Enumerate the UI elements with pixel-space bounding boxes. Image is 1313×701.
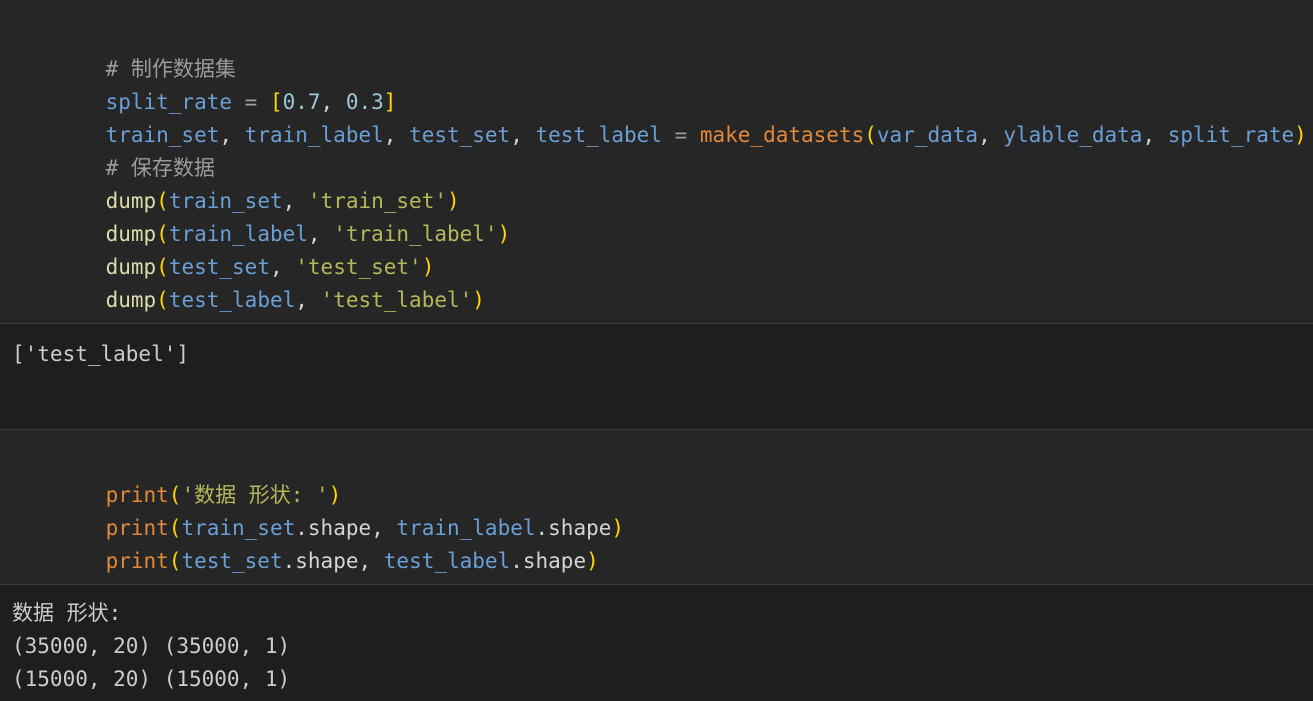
variable: test_set — [181, 549, 283, 573]
code-line-5: dump(train_set, 'train_set') — [105, 189, 460, 213]
argument: var_data — [876, 123, 979, 147]
variable: test_label — [535, 123, 662, 147]
argument: split_rate — [1167, 123, 1295, 147]
code-line-6: dump(train_label, 'train_label') — [105, 222, 511, 246]
code-line-7: dump(test_set, 'test_set') — [105, 255, 435, 279]
code-line-2: split_rate = [0.7, 0.3] — [105, 90, 397, 114]
property: shape — [522, 549, 587, 573]
argument: test_label — [168, 288, 296, 312]
code-line-3: train_set, train_label, test_set, test_l… — [105, 123, 1307, 147]
property: shape — [295, 549, 359, 573]
variable: train_label — [244, 123, 384, 147]
code-cell-1[interactable]: # 制作数据集 split_rate = [0.7, 0.3] train_se… — [0, 0, 1313, 323]
output-text: ['test_label'] — [12, 342, 190, 366]
argument: ylable_data — [1003, 123, 1143, 147]
cell-output-1: ['test_label'] — [0, 324, 1313, 429]
cell-output-2: 数据 形状: (35000, 20) (35000, 1) (15000, 20… — [0, 585, 1313, 701]
function-name: make_datasets — [699, 123, 865, 147]
function-name: print — [105, 549, 169, 573]
function-name: dump — [105, 288, 157, 312]
variable: test_label — [383, 549, 511, 573]
code-line-1: # 制作数据集 — [55, 20, 236, 81]
code-line-3: print(test_set.shape, test_label.shape) — [105, 549, 599, 573]
code-line-8: dump(test_label, 'test_label') — [105, 288, 485, 312]
string-literal: 'test_label' — [320, 288, 473, 312]
output-line: (15000, 20) (15000, 1) — [12, 667, 291, 691]
code-line-4: # 保存数据 — [55, 119, 215, 180]
code-line-2: print(train_set.shape, train_label.shape… — [105, 516, 625, 540]
code-line-1: print('数据 形状: ') — [105, 483, 342, 507]
output-line: (35000, 20) (35000, 1) — [12, 634, 291, 658]
output-line: 数据 形状: — [12, 601, 122, 625]
code-cell-2[interactable]: print('数据 形状: ') print(train_set.shape, … — [0, 430, 1313, 584]
variable: test_set — [409, 123, 511, 147]
